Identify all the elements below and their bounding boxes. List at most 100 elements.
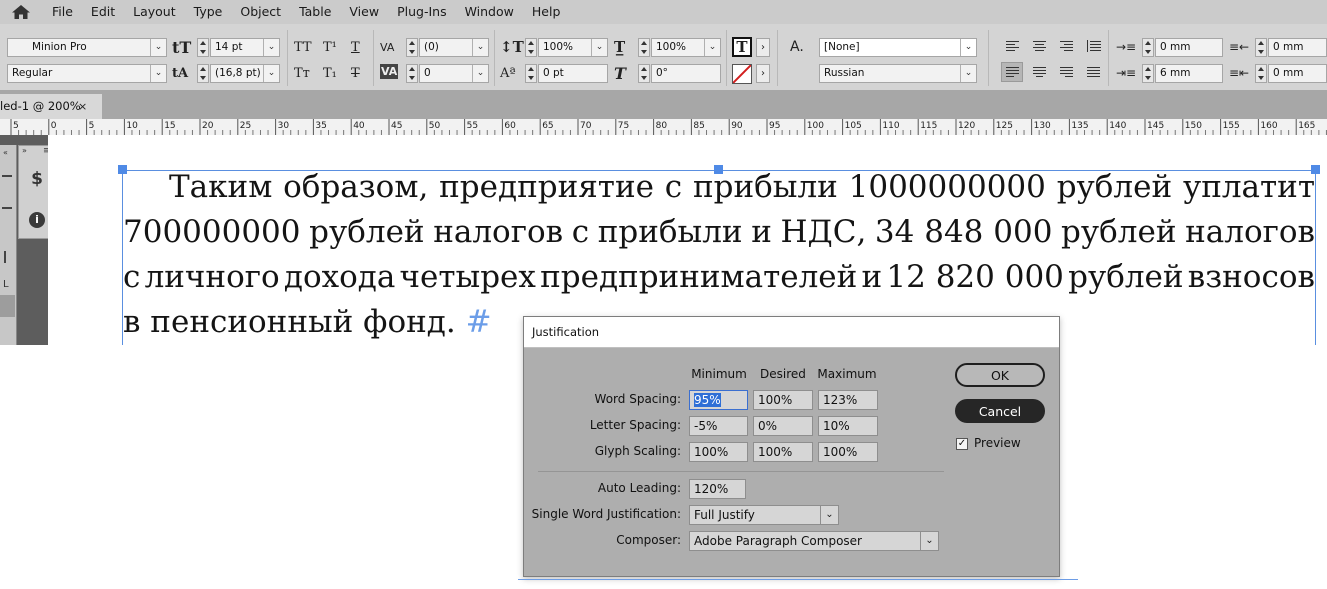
justify-all-button[interactable] [1083,63,1105,83]
chevron-down-icon[interactable]: ⌄ [960,39,976,56]
glyph-scaling-desired-input[interactable]: 100% [753,442,813,462]
letter-spacing-desired-input[interactable]: 0% [753,416,813,436]
left-indent-stepper[interactable] [1142,38,1154,57]
leading-stepper[interactable] [197,64,209,83]
menu-type[interactable]: Type [194,0,223,24]
glyph-scaling-min-input[interactable]: 100% [689,442,748,462]
chevron-down-icon[interactable]: ⌄ [150,65,166,82]
document-tab[interactable]: led-1 @ 200% × [0,94,102,119]
text-line-1[interactable]: Таким образом, предприятие с прибыли 10000000… [123,165,1315,210]
underline-icon[interactable]: T [351,38,360,57]
kerning-stepper[interactable] [406,38,418,57]
chevron-down-icon[interactable]: ⌄ [920,532,938,550]
justify-right-button[interactable] [1056,63,1078,83]
tool-icon[interactable] [4,251,12,263]
stroke-none-icon[interactable] [732,64,752,84]
menu-window[interactable]: Window [465,0,514,24]
word-spacing-desired-input[interactable]: 100% [753,390,813,410]
menu-table[interactable]: Table [299,0,331,24]
glyph-scaling-max-input[interactable]: 100% [818,442,878,462]
align-left-button[interactable] [1002,37,1024,57]
horizontal-scale-field[interactable]: 100% ⌄ [651,38,721,57]
close-icon[interactable]: × [78,94,87,119]
tracking-stepper[interactable] [406,64,418,83]
info-icon[interactable]: i [29,212,45,228]
chevron-down-icon[interactable]: ⌄ [820,506,838,524]
preview-checkbox[interactable]: ✓ [956,438,968,450]
auto-leading-input[interactable]: 120% [689,479,746,499]
word-spacing-min-input[interactable]: 95% [689,390,748,410]
align-towards-spine-button[interactable] [1083,37,1105,57]
left-indent-field[interactable]: 0 mm [1155,38,1223,57]
chevron-down-icon[interactable]: ⌄ [960,65,976,82]
tool-icon[interactable] [2,175,12,177]
expand-icon[interactable]: » [22,146,27,155]
text-line-3[interactable]: с личного дохода четырех предпринимателей и 12… [123,255,1315,300]
right-indent-field[interactable]: 0 mm [1268,38,1327,57]
leading-field[interactable]: (16,8 pt) ⌄ [210,64,280,83]
last-line-indent-stepper[interactable] [1255,64,1267,83]
chevron-down-icon[interactable]: ⌄ [472,39,488,56]
first-line-indent-field[interactable]: 6 mm [1155,64,1223,83]
menu-plug-ins[interactable]: Plug-Ins [397,0,447,24]
justify-center-button[interactable] [1029,63,1051,83]
paragraph-styles-icon[interactable]: $ [26,168,48,190]
baseline-shift-field[interactable]: 0 pt [538,64,608,83]
char-style-field[interactable]: [None] ⌄ [819,38,977,57]
chevron-down-icon[interactable]: ⌄ [704,39,720,56]
text-line-2[interactable]: 700000000 рублей налогов с прибыли и НДС, 34 84… [123,210,1315,255]
subscript-icon[interactable]: T₁ [323,64,337,83]
cancel-button[interactable]: Cancel [955,399,1045,423]
selected-tool-icon[interactable] [0,295,15,317]
strikethrough-icon[interactable]: T [351,64,360,83]
menu-help[interactable]: Help [532,0,561,24]
skew-stepper[interactable] [638,64,650,83]
menu-view[interactable]: View [349,0,379,24]
font-style-field[interactable]: Regular ⌄ [7,64,167,83]
small-caps-icon[interactable]: Tт [294,64,310,83]
all-caps-icon[interactable]: TT [294,38,312,57]
font-family-field[interactable]: Minion Pro ⌄ [7,38,167,57]
last-line-indent-field[interactable]: 0 mm [1268,64,1327,83]
baseline-shift-stepper[interactable] [525,64,537,83]
letter-spacing-min-input[interactable]: -5% [689,416,748,436]
menu-edit[interactable]: Edit [91,0,115,24]
composer-select[interactable]: Adobe Paragraph Composer ⌄ [689,531,939,551]
single-word-justification-select[interactable]: Full Justify ⌄ [689,505,839,525]
vertical-scale-field[interactable]: 100% ⌄ [538,38,608,57]
align-center-button[interactable] [1029,37,1051,57]
word-spacing-max-input[interactable]: 123% [818,390,878,410]
font-size-field[interactable]: 14 pt ⌄ [210,38,280,57]
menu-object[interactable]: Object [240,0,281,24]
font-size-stepper[interactable] [197,38,209,57]
menu-layout[interactable]: Layout [133,0,176,24]
skew-field[interactable]: 0° [651,64,721,83]
justify-left-button[interactable] [1001,62,1023,82]
ok-button[interactable]: OK [955,363,1045,387]
horizontal-ruler[interactable]: 5 0 5 10 15 20 25 30 35 40 45 50 55 60 65 70 75 80 85 90 95 1… [0,119,1327,136]
kerning-field[interactable]: (0) ⌄ [419,38,489,57]
language-field[interactable]: Russian ⌄ [819,64,977,83]
chevron-down-icon[interactable]: ⌄ [263,39,279,56]
chevron-down-icon[interactable]: ⌄ [263,65,279,82]
superscript-icon[interactable]: T¹ [323,38,337,57]
dialog-title-bar[interactable]: Justification [524,317,1059,348]
tool-icon[interactable] [2,207,12,209]
first-line-indent-stepper[interactable] [1142,64,1154,83]
horizontal-scale-stepper[interactable] [638,38,650,57]
fill-menu-arrow[interactable]: › [756,38,770,57]
home-icon[interactable] [11,4,31,20]
chevron-down-icon[interactable]: ⌄ [150,39,166,56]
vertical-scale-stepper[interactable] [525,38,537,57]
chevron-down-icon[interactable]: ⌄ [472,65,488,82]
stroke-menu-arrow[interactable]: › [756,64,770,83]
tracking-field[interactable]: 0 ⌄ [419,64,489,83]
right-indent-stepper[interactable] [1255,38,1267,57]
menu-file[interactable]: File [52,0,73,24]
align-right-button[interactable] [1056,37,1078,57]
letter-spacing-max-input[interactable]: 10% [818,416,878,436]
chevron-down-icon[interactable]: ⌄ [591,39,607,56]
collapse-icon[interactable]: « [3,148,8,157]
fill-text-icon[interactable]: T [732,37,752,57]
tool-icon[interactable]: L [3,279,9,290]
